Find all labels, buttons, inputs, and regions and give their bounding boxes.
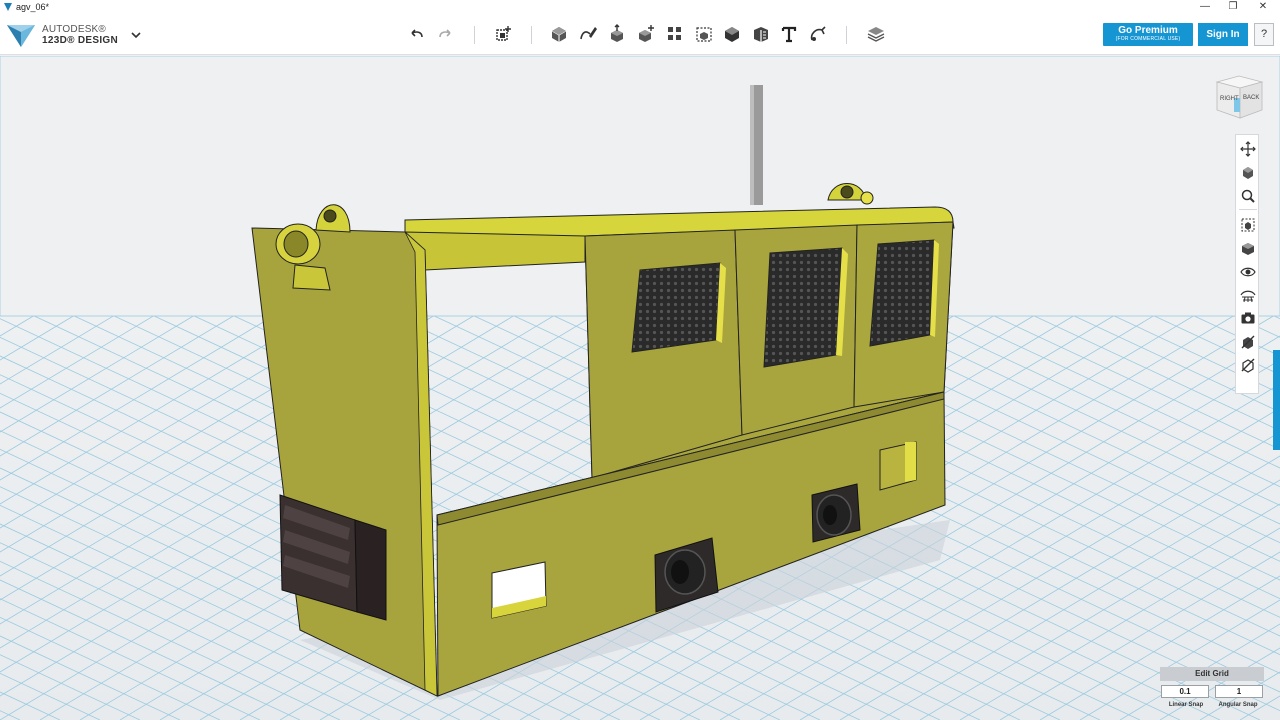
linear-snap-label: Linear Snap (1168, 702, 1204, 708)
chevron-down-icon[interactable] (130, 29, 142, 41)
orbit-icon[interactable] (1240, 165, 1256, 181)
toolbar-separator (474, 26, 475, 44)
construct-icon[interactable] (607, 24, 627, 44)
snap-icon[interactable] (808, 24, 828, 44)
modify-icon[interactable] (636, 24, 656, 44)
angular-snap-label: Angular Snap (1218, 702, 1258, 708)
viewcube-right-label: RIGHT (1220, 96, 1239, 102)
view-mode-icon[interactable] (1240, 241, 1256, 257)
window-title-bar: agv_06* — ❐ ✕ (0, 0, 1280, 14)
angular-snap-field[interactable]: 1 (1215, 685, 1263, 698)
fit-icon[interactable] (1240, 217, 1256, 233)
sign-in-button[interactable]: Sign In (1198, 23, 1248, 46)
grid-settings-panel: Edit Grid 0.1 1 Linear Snap Angular Snap (1160, 667, 1264, 717)
vent-grille-1 (631, 262, 721, 353)
combine-icon[interactable] (722, 24, 742, 44)
navigation-bar (1235, 134, 1259, 394)
measure-icon[interactable] (751, 24, 771, 44)
pan-icon[interactable] (1240, 141, 1256, 157)
minimize-button[interactable]: — (1190, 0, 1220, 14)
material-visibility-icon[interactable] (1240, 334, 1256, 350)
camera-icon[interactable] (1240, 310, 1256, 326)
redo-icon[interactable] (435, 24, 455, 44)
3d-viewport[interactable]: RIGHT BACK Edit Grid 0.1 1 Linear Snap A… (0, 56, 1280, 720)
go-premium-label: Go Premium (1118, 25, 1178, 36)
help-button[interactable]: ? (1254, 23, 1274, 46)
view-cube[interactable]: RIGHT BACK (1212, 72, 1266, 120)
navbar-separator (1239, 209, 1257, 210)
vent-grille-2 (763, 247, 843, 368)
toolbar-separator (846, 26, 847, 44)
toolbar-separator (531, 26, 532, 44)
group-icon[interactable] (694, 24, 714, 44)
linear-snap-field[interactable]: 0.1 (1161, 685, 1209, 698)
window-title: agv_06* (16, 2, 50, 12)
primitives-icon[interactable] (549, 24, 569, 44)
sketch-icon[interactable] (578, 24, 598, 44)
scene-canvas (0, 56, 1280, 720)
side-panel-handle[interactable] (1273, 350, 1280, 450)
app-logo-icon[interactable] (6, 21, 36, 49)
maximize-button[interactable]: ❐ (1218, 0, 1248, 14)
material-icon[interactable] (866, 24, 886, 44)
outline-visibility-icon[interactable] (1240, 357, 1256, 373)
pattern-icon[interactable] (665, 24, 685, 44)
transform-icon[interactable] (493, 24, 513, 44)
grid-visibility-icon[interactable] (1240, 287, 1256, 303)
zoom-icon[interactable] (1240, 188, 1256, 204)
go-premium-sublabel: (FOR COMMERCIAL USE) (1115, 36, 1181, 42)
brand-product: 123D® DESIGN (42, 35, 118, 46)
undo-icon[interactable] (407, 24, 427, 44)
go-premium-button[interactable]: Go Premium (FOR COMMERCIAL USE) (1103, 23, 1193, 46)
main-toolbar: AUTODESK® 123D® DESIGN Go Premium (FOR C… (0, 14, 1280, 55)
vent-grille-3 (869, 239, 935, 347)
brand-company: AUTODESK® (42, 24, 106, 35)
edit-grid-button[interactable]: Edit Grid (1160, 667, 1264, 681)
eye-icon[interactable] (1240, 264, 1256, 280)
viewcube-back-label: BACK (1243, 95, 1259, 101)
close-button[interactable]: ✕ (1248, 0, 1278, 14)
app-icon (4, 3, 12, 11)
text-icon[interactable] (779, 24, 799, 44)
